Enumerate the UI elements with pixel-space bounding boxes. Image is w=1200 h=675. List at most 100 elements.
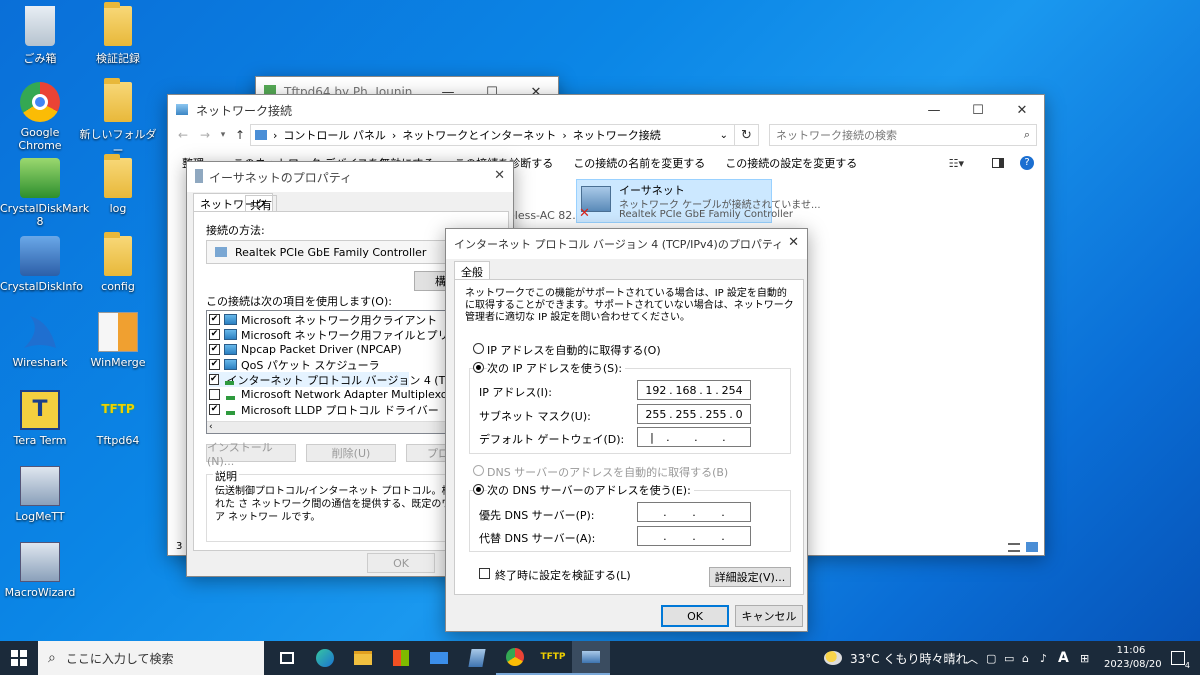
- list-item-selected[interactable]: ✔ インターネット プロトコル バージョン 4 (TCP/IPv4): [209, 372, 490, 387]
- auto-ip-radio[interactable]: [473, 343, 484, 354]
- rename-button[interactable]: この接続の名前を変更する: [573, 155, 705, 171]
- refresh-button[interactable]: ↻: [735, 124, 759, 146]
- network-status-icon[interactable]: ⌂: [1022, 652, 1029, 665]
- start-button[interactable]: [0, 641, 38, 675]
- view-options-icon[interactable]: ☷▾: [949, 157, 964, 170]
- clock-date: 2023/08/20: [1104, 659, 1162, 670]
- forward-arrow-icon[interactable]: →: [194, 128, 216, 142]
- breadcrumb-item[interactable]: ネットワーク接続: [573, 127, 661, 143]
- file-explorer-icon[interactable]: [344, 641, 382, 675]
- network-client-icon: [224, 314, 237, 325]
- desktop-icon-wireshark[interactable]: Wireshark: [0, 312, 80, 369]
- preview-pane-icon[interactable]: [992, 158, 1004, 168]
- up-arrow-icon[interactable]: ↑: [230, 128, 250, 142]
- auto-dns-label[interactable]: DNS サーバーのアドレスを自動的に取得する(B): [487, 464, 728, 480]
- desktop-icon-logmett[interactable]: LogMeTT: [0, 466, 80, 523]
- back-arrow-icon[interactable]: ←: [172, 128, 194, 142]
- ime-mode-icon[interactable]: ⊞: [1080, 652, 1089, 665]
- auto-ip-label[interactable]: IP アドレスを自動的に取得する(O): [487, 342, 661, 358]
- search-box[interactable]: ネットワーク接続の検索 ⌕: [769, 124, 1037, 146]
- ethernet-icon: [195, 169, 203, 183]
- store-icon[interactable]: [382, 641, 420, 675]
- manual-ip-radio[interactable]: [473, 362, 484, 373]
- chevron-down-icon[interactable]: ⌄: [720, 130, 728, 141]
- validate-label[interactable]: 終了時に設定を検証する(L): [495, 567, 631, 583]
- desktop-icon-crystaldiskmark[interactable]: CrystalDiskMark 8: [0, 158, 89, 228]
- list-item[interactable]: ✔ QoS パケット スケジューラ: [209, 357, 380, 372]
- desktop-icon-tftpd64[interactable]: TFTP Tftpd64: [78, 390, 158, 447]
- edge-icon[interactable]: [306, 641, 344, 675]
- manual-ip-label[interactable]: 次の IP アドレスを使う(S):: [487, 360, 626, 376]
- preferred-dns-field[interactable]: ...: [637, 502, 751, 522]
- chrome-icon[interactable]: [496, 641, 534, 675]
- dropdown-chevron-icon[interactable]: ▾: [216, 130, 230, 140]
- cancel-button[interactable]: キャンセル: [735, 605, 803, 627]
- ethernet-adapter[interactable]: ✕ イーサネット ネットワーク ケーブルが接続されていませ... Realtek…: [576, 179, 821, 223]
- volume-icon[interactable]: ♪: [1040, 652, 1047, 665]
- network-connections-icon[interactable]: [572, 641, 610, 675]
- desktop-icon-macrowizard[interactable]: MacroWizard: [0, 542, 80, 599]
- taskbar: ⌕ ここに入力して検索 TFTP 33°C くもり時々晴れ ︿ ▢ ▭ ⌂ ♪ …: [0, 641, 1200, 675]
- desktop-icon-chrome[interactable]: Google Chrome: [0, 82, 80, 152]
- help-icon[interactable]: ?: [1020, 156, 1034, 170]
- ok-button[interactable]: OK: [661, 605, 729, 627]
- clock[interactable]: 11:06 2023/08/20: [1104, 644, 1162, 672]
- validate-checkbox[interactable]: [479, 568, 490, 579]
- install-button[interactable]: インストール(N)...: [206, 441, 296, 468]
- mail-icon[interactable]: [420, 641, 458, 675]
- task-view-icon[interactable]: [268, 641, 306, 675]
- desktop-icon-folder[interactable]: 新しいフォルダー: [78, 78, 158, 158]
- desktop-icon-folder[interactable]: 検証記録: [78, 2, 158, 66]
- checkbox[interactable]: ✔: [209, 404, 220, 415]
- dialog-titlebar[interactable]: イーサネットのプロパティ ✕: [187, 162, 513, 192]
- battery-icon[interactable]: ▢: [986, 652, 996, 665]
- close-button[interactable]: ✕: [788, 235, 799, 250]
- weather-widget[interactable]: 33°C くもり時々晴れ: [824, 641, 967, 675]
- device-icon[interactable]: ▭: [1004, 652, 1014, 665]
- breadcrumb-item[interactable]: ネットワークとインターネット: [402, 127, 556, 143]
- show-hidden-icons[interactable]: ︿: [966, 650, 978, 667]
- wifi-adapter-partial[interactable]: eless-AC 82...: [508, 209, 583, 222]
- desktop-icon-recycle-bin[interactable]: ごみ箱: [0, 6, 80, 66]
- desktop-icon-folder[interactable]: log: [78, 154, 158, 215]
- taskbar-search[interactable]: ⌕ ここに入力して検索: [38, 641, 264, 675]
- search-input[interactable]: ネットワーク接続の検索: [776, 127, 897, 143]
- checkbox[interactable]: ✔: [209, 374, 219, 385]
- notification-center-button[interactable]: 4: [1166, 646, 1190, 670]
- list-item[interactable]: ✔ Npcap Packet Driver (NPCAP): [209, 342, 402, 357]
- ok-button[interactable]: OK: [367, 553, 435, 573]
- close-button[interactable]: ✕: [494, 168, 505, 183]
- ipv4-properties-dialog[interactable]: インターネット プロトコル バージョン 4 (TCP/IPv4)のプロパティ ✕…: [445, 228, 808, 632]
- desktop-icon-winmerge[interactable]: WinMerge: [78, 312, 158, 369]
- gateway-label: デフォルト ゲートウェイ(D):: [479, 433, 625, 446]
- desktop-icon-folder[interactable]: config: [78, 232, 158, 293]
- change-settings-button[interactable]: この接続の設定を変更する: [725, 155, 857, 171]
- tftpd64-icon[interactable]: TFTP: [534, 641, 572, 675]
- list-item[interactable]: ✔ Microsoft LLDP プロトコル ドライバー: [209, 402, 439, 417]
- large-icons-view-icon[interactable]: [1026, 542, 1038, 552]
- desktop-icon-crystaldiskinfo[interactable]: CrystalDiskInfo: [0, 236, 83, 293]
- auto-dns-radio[interactable]: [473, 465, 484, 476]
- uninstall-button[interactable]: 削除(U): [306, 444, 396, 462]
- alternate-dns-field[interactable]: ...: [637, 526, 751, 546]
- checkbox[interactable]: ✔: [209, 344, 220, 355]
- checkbox[interactable]: ✔: [209, 314, 220, 325]
- manual-dns-label[interactable]: 次の DNS サーバーのアドレスを使う(E):: [487, 482, 694, 498]
- search-input[interactable]: ここに入力して検索: [66, 650, 174, 667]
- checkbox[interactable]: ✔: [209, 329, 220, 340]
- list-item[interactable]: ✔ Microsoft ネットワーク用クライアント: [209, 312, 437, 327]
- ip-address-field[interactable]: 192. 168. 1. 254: [637, 380, 751, 400]
- dialog-titlebar[interactable]: インターネット プロトコル バージョン 4 (TCP/IPv4)のプロパティ ✕: [446, 229, 807, 259]
- subnet-mask-field[interactable]: 255. 255. 255. 0: [637, 404, 751, 424]
- app-icon[interactable]: [458, 641, 496, 675]
- manual-dns-radio[interactable]: [473, 484, 484, 495]
- breadcrumb-item[interactable]: コントロール パネル: [283, 127, 386, 143]
- checkbox[interactable]: [209, 389, 220, 400]
- desktop-icon-teraterm[interactable]: T Tera Term: [0, 390, 80, 447]
- checkbox[interactable]: ✔: [209, 359, 220, 370]
- gateway-field[interactable]: |...: [637, 427, 751, 447]
- advanced-button[interactable]: 詳細設定(V)...: [709, 567, 791, 587]
- address-bar[interactable]: › コントロール パネル › ネットワークとインターネット › ネットワーク接続…: [250, 124, 735, 146]
- ime-indicator[interactable]: A: [1058, 650, 1069, 666]
- details-view-icon[interactable]: [1008, 543, 1020, 552]
